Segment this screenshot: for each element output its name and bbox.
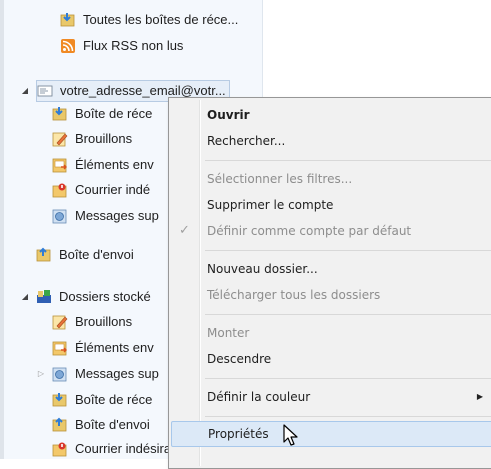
tree-item-local-deleted[interactable]: ▷ Messages sup	[36, 363, 159, 385]
unified-inbox-icon	[60, 12, 76, 28]
menu-separator	[205, 160, 491, 161]
menu-item-download-all: Télécharger tous les dossiers	[207, 288, 381, 302]
rss-icon	[60, 38, 76, 54]
tree-item-label: Boîte de réce	[75, 106, 153, 121]
menu-item-move-up: Monter	[207, 326, 250, 340]
deleted-icon	[52, 366, 68, 382]
menu-item-move-down[interactable]: Descendre	[171, 346, 491, 372]
sent-icon	[52, 340, 68, 356]
tree-item-sent[interactable]: Éléments env	[52, 154, 154, 176]
menu-item-search[interactable]: Rechercher...	[171, 128, 491, 154]
tree-item-local-folders[interactable]: ◢ Dossiers stocké	[20, 286, 151, 308]
expand-toggle-icon[interactable]: ◢	[20, 286, 30, 308]
mouse-pointer-icon	[283, 424, 298, 446]
collapse-toggle-icon[interactable]: ▷	[36, 363, 46, 385]
menu-separator	[205, 378, 491, 379]
submenu-arrow-icon: ▶	[476, 392, 483, 401]
inbox-icon	[52, 392, 68, 408]
tree-item-label: Courrier indé	[75, 182, 151, 197]
menu-separator	[205, 250, 491, 251]
tree-item-inbox[interactable]: Boîte de réce	[52, 103, 152, 125]
inbox-icon	[52, 106, 68, 122]
outbox-icon	[36, 247, 52, 263]
context-menu: Ouvrir Rechercher... Sélectionner les fi…	[168, 97, 491, 469]
tree-item-label: Boîte de réce	[75, 392, 153, 407]
menu-separator	[205, 314, 491, 315]
tree-scrollbar[interactable]	[0, 0, 4, 459]
menu-item-set-color[interactable]: Définir la couleur ▶	[171, 384, 491, 410]
tree-item-local-sent[interactable]: Éléments env	[52, 337, 154, 359]
menu-item-properties[interactable]: Propriétés	[171, 421, 491, 447]
tree-item-label: Éléments env	[75, 157, 154, 172]
menu-item-label: Définir comme compte par défaut	[207, 224, 412, 238]
tree-item-deleted[interactable]: Messages sup	[52, 205, 159, 227]
tree-item-label: Boîte d'envoi	[59, 247, 134, 262]
expand-toggle-icon[interactable]: ◢	[20, 80, 30, 102]
tree-item-label: Toutes les boîtes de réce...	[83, 12, 239, 27]
tree-item-drafts[interactable]: Brouillons	[52, 128, 132, 150]
deleted-icon	[52, 208, 68, 224]
tree-item-label: Dossiers stocké	[59, 289, 151, 304]
menu-item-set-default: ✓ Définir comme compte par défaut	[171, 218, 491, 244]
menu-item-label: Définir la couleur	[207, 390, 311, 404]
junk-folder-icon	[52, 441, 68, 457]
tree-item-label: Messages sup	[75, 366, 159, 381]
tree-item-label: Brouillons	[75, 131, 133, 146]
local-folders-icon	[36, 289, 52, 305]
outbox-icon	[52, 417, 68, 433]
tree-item-label: Éléments env	[75, 340, 154, 355]
tree-item-rss[interactable]: Flux RSS non lus	[60, 35, 183, 57]
menu-item-delete-account[interactable]: Supprimer le compte	[171, 192, 491, 218]
tree-item-junk[interactable]: Courrier indé	[52, 179, 150, 201]
menu-item-select-filters: Sélectionner les filtres...	[207, 172, 353, 186]
drafts-icon	[52, 131, 68, 147]
menu-item-open[interactable]: Ouvrir	[171, 102, 491, 128]
tree-item-label: Boîte d'envoi	[75, 417, 150, 432]
tree-item-unified-inbox[interactable]: Toutes les boîtes de réce...	[60, 9, 238, 31]
sent-icon	[52, 157, 68, 173]
junk-icon	[52, 182, 68, 198]
menu-item-new-folder[interactable]: Nouveau dossier...	[171, 256, 491, 282]
email-account-icon	[37, 83, 53, 99]
menu-separator	[205, 416, 491, 417]
tree-item-label: Messages sup	[75, 208, 159, 223]
tree-item-local-inbox[interactable]: Boîte de réce	[52, 389, 152, 411]
tree-item-local-drafts[interactable]: Brouillons	[52, 311, 132, 333]
drafts-icon	[52, 314, 68, 330]
tree-item-label: Brouillons	[75, 314, 133, 329]
tree-item-outbox[interactable]: Boîte d'envoi	[36, 244, 134, 266]
checkmark-icon: ✓	[179, 223, 190, 238]
tree-item-local-outbox[interactable]: Boîte d'envoi	[52, 414, 150, 436]
tree-item-label: Flux RSS non lus	[83, 38, 184, 53]
